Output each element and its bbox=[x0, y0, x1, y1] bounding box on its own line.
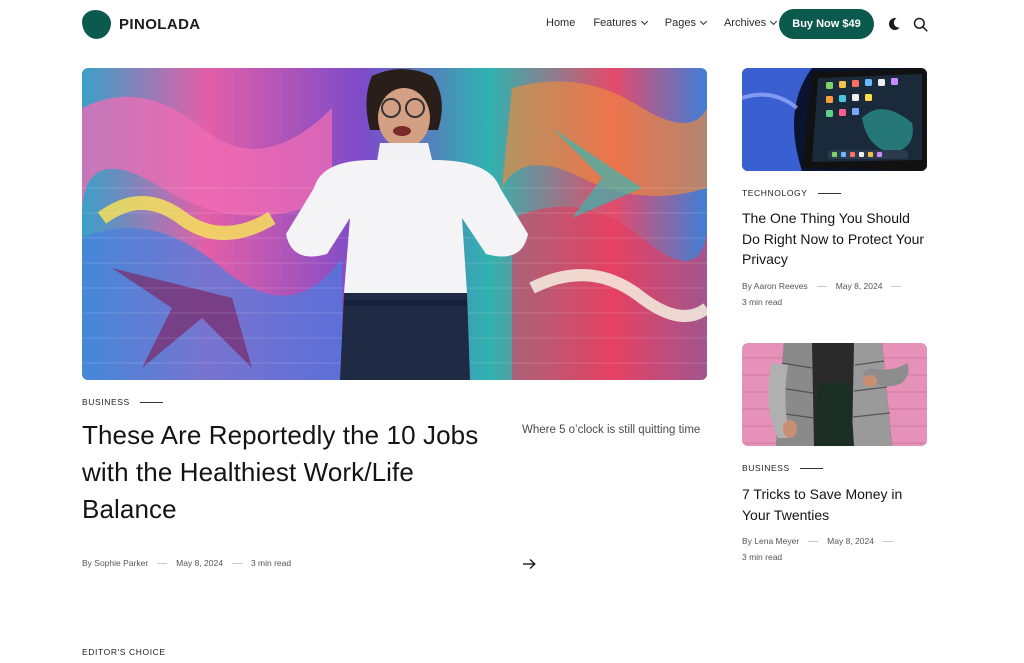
side-post-2-title[interactable]: 7 Tricks to Save Money in Your Twenties bbox=[742, 484, 927, 525]
post-author[interactable]: By Sophie Parker bbox=[82, 558, 148, 568]
side-post-1-title[interactable]: The One Thing You Should Do Right Now to… bbox=[742, 208, 927, 270]
post-author[interactable]: By Lena Meyer bbox=[742, 536, 799, 546]
post-author[interactable]: By Aaron Reeves bbox=[742, 281, 808, 291]
meta-separator bbox=[157, 562, 168, 564]
chevron-down-icon bbox=[770, 17, 778, 26]
nav-label: Home bbox=[546, 17, 576, 29]
category-label: BUSINESS bbox=[742, 463, 790, 473]
moon-icon[interactable] bbox=[887, 17, 901, 31]
main-nav: Home Features Pages Archives bbox=[546, 17, 778, 29]
hero-photo-graffiti-woman bbox=[82, 68, 707, 380]
hero-image[interactable] bbox=[82, 68, 707, 380]
meta-separator bbox=[891, 285, 902, 287]
hero-category[interactable]: BUSINESS bbox=[82, 397, 163, 407]
category-label: TECHNOLOGY bbox=[742, 188, 808, 198]
category-label: BUSINESS bbox=[82, 397, 130, 407]
side-post-1-read-time: 3 min read bbox=[742, 297, 783, 307]
side-post-2-read-time: 3 min read bbox=[742, 552, 783, 562]
side-post-2-category[interactable]: BUSINESS bbox=[742, 463, 823, 473]
side-post-2-meta: By Lena Meyer May 8, 2024 bbox=[742, 536, 893, 546]
tablet-photo bbox=[742, 68, 927, 171]
nav-label: Archives bbox=[723, 17, 767, 29]
section-heading-editors-choice: EDITOR'S CHOICE bbox=[82, 647, 166, 657]
side-post-image-tablet[interactable] bbox=[742, 68, 927, 171]
category-divider bbox=[817, 192, 841, 194]
cardigan-photo bbox=[742, 343, 927, 446]
side-post-1-category[interactable]: TECHNOLOGY bbox=[742, 188, 841, 198]
post-date: May 8, 2024 bbox=[827, 536, 874, 546]
chevron-down-icon bbox=[640, 17, 648, 26]
nav-label: Features bbox=[593, 17, 637, 29]
post-read-time: 3 min read bbox=[250, 558, 292, 568]
category-divider bbox=[139, 401, 163, 403]
nav-item-home[interactable]: Home bbox=[546, 17, 575, 29]
meta-separator bbox=[808, 540, 819, 542]
hero-excerpt: Where 5 o’clock is still quitting time bbox=[522, 424, 701, 436]
site-logo[interactable]: PINOLADA bbox=[82, 10, 201, 39]
buy-now-button[interactable]: Buy Now $49 bbox=[779, 9, 874, 39]
chevron-down-icon bbox=[699, 17, 708, 26]
side-post-image-cardigan[interactable] bbox=[742, 343, 927, 446]
hero-meta: By Sophie Parker May 8, 2024 3 min read bbox=[82, 558, 291, 568]
category-divider bbox=[799, 467, 823, 469]
meta-separator bbox=[882, 540, 893, 542]
site-name: PINOLADA bbox=[119, 16, 201, 33]
nav-label: Pages bbox=[664, 17, 696, 29]
search-icon[interactable] bbox=[913, 17, 928, 32]
hero-title[interactable]: These Are Reportedly the 10 Jobs with th… bbox=[82, 417, 482, 528]
logo-mark-icon bbox=[82, 10, 111, 39]
meta-separator bbox=[816, 285, 827, 287]
side-post-1-meta: By Aaron Reeves May 8, 2024 bbox=[742, 281, 902, 291]
site-header: PINOLADA Home Features Pages Archives Bu… bbox=[0, 0, 1024, 48]
nav-item-pages[interactable]: Pages bbox=[664, 17, 708, 29]
nav-item-archives[interactable]: Archives bbox=[723, 17, 778, 29]
post-date: May 8, 2024 bbox=[835, 281, 883, 291]
post-date: May 8, 2024 bbox=[176, 558, 223, 568]
meta-separator bbox=[231, 562, 242, 564]
arrow-right-icon[interactable] bbox=[522, 558, 536, 570]
nav-item-features[interactable]: Features bbox=[593, 17, 648, 29]
